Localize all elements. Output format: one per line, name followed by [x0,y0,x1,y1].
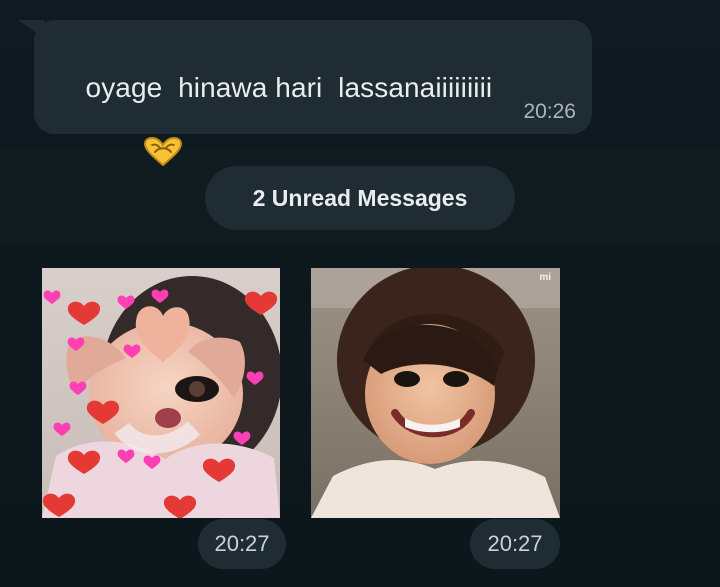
heart-hands-icon [94,104,185,207]
chat-image-smile[interactable]: mi [311,268,560,518]
image-time-2: 20:27 [470,519,560,569]
image-time-1: 20:27 [198,519,286,569]
image-watermark: mi [539,272,551,283]
message-text: oyage hinawa hari lassanaiiiiiiiii [85,72,493,103]
chat-image-hearts[interactable] [42,268,280,518]
unread-messages-banner: 2 Unread Messages [205,166,515,230]
incoming-message-bubble[interactable]: oyage hinawa hari lassanaiiiiiiiii 20:26 [34,20,592,167]
message-time: 20:26 [523,100,576,123]
